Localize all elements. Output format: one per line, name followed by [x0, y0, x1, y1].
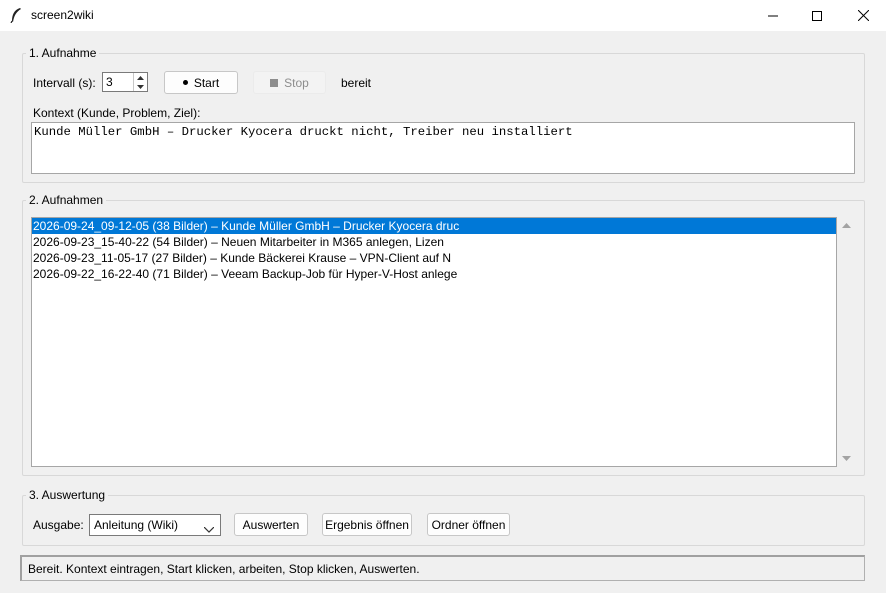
- minimize-icon: [768, 15, 778, 16]
- chevron-down-icon: [203, 522, 215, 536]
- output-value: Anleitung (Wiki): [94, 518, 179, 532]
- stop-label: Stop: [284, 75, 309, 90]
- maximize-icon: [812, 10, 822, 21]
- interval-spinbox[interactable]: 3: [102, 72, 148, 92]
- recording-group-label: 1. Aufnahme: [26, 46, 100, 60]
- minimize-button[interactable]: [750, 0, 796, 31]
- output-combobox[interactable]: Anleitung (Wiki): [89, 514, 221, 536]
- interval-label: Intervall (s):: [33, 76, 96, 90]
- record-dot-icon: [182, 80, 188, 85]
- output-label: Ausgabe:: [33, 518, 84, 532]
- list-item[interactable]: 2026-09-23_15-40-22 (54 Bilder) – Neuen …: [32, 234, 836, 250]
- open-result-button[interactable]: Ergebnis öffnen: [322, 513, 412, 536]
- scroll-up-arrow-icon[interactable]: [838, 217, 855, 234]
- stop-button[interactable]: Stop: [253, 71, 326, 94]
- close-icon: [857, 10, 869, 21]
- recording-status: bereit: [341, 76, 372, 90]
- feather-icon: [9, 7, 23, 24]
- context-textarea[interactable]: Kunde Müller GmbH – Drucker Kyocera druc…: [31, 122, 855, 174]
- window-title: screen2wiki: [31, 8, 94, 22]
- list-item[interactable]: 2026-09-23_11-05-17 (27 Bilder) – Kunde …: [32, 250, 836, 266]
- context-label: Kontext (Kunde, Problem, Ziel):: [33, 106, 201, 120]
- list-item[interactable]: 2026-09-22_16-22-40 (71 Bilder) – Veeam …: [32, 266, 836, 282]
- open-folder-label: Ordner öffnen: [431, 517, 506, 532]
- maximize-button[interactable]: [794, 0, 840, 31]
- interval-value: 3: [106, 75, 113, 89]
- list-scrollbar[interactable]: [838, 217, 855, 467]
- status-bar: Bereit. Kontext eintragen, Start klicken…: [20, 555, 865, 581]
- recordings-listbox[interactable]: 2026-09-24_09-12-05 (38 Bilder) – Kunde …: [31, 217, 837, 467]
- title-bar: screen2wiki: [0, 0, 886, 31]
- open-result-label: Ergebnis öffnen: [325, 517, 409, 532]
- evaluate-label: Auswerten: [242, 517, 300, 532]
- recordings-group-label: 2. Aufnahmen: [26, 193, 107, 207]
- evaluation-group-label: 3. Auswertung: [26, 488, 109, 502]
- spin-up-arrow-icon[interactable]: [134, 73, 147, 82]
- evaluate-button[interactable]: Auswerten: [234, 513, 308, 536]
- list-item[interactable]: 2026-09-24_09-12-05 (38 Bilder) – Kunde …: [32, 218, 836, 234]
- start-label: Start: [193, 75, 220, 90]
- stop-square-icon: [270, 78, 279, 87]
- close-button[interactable]: [840, 0, 886, 31]
- spin-down-arrow-icon[interactable]: [134, 82, 147, 91]
- scroll-down-arrow-icon[interactable]: [838, 450, 855, 467]
- open-folder-button[interactable]: Ordner öffnen: [427, 513, 510, 536]
- status-text: Bereit. Kontext eintragen, Start klicken…: [28, 562, 420, 576]
- start-button[interactable]: Start: [164, 71, 238, 94]
